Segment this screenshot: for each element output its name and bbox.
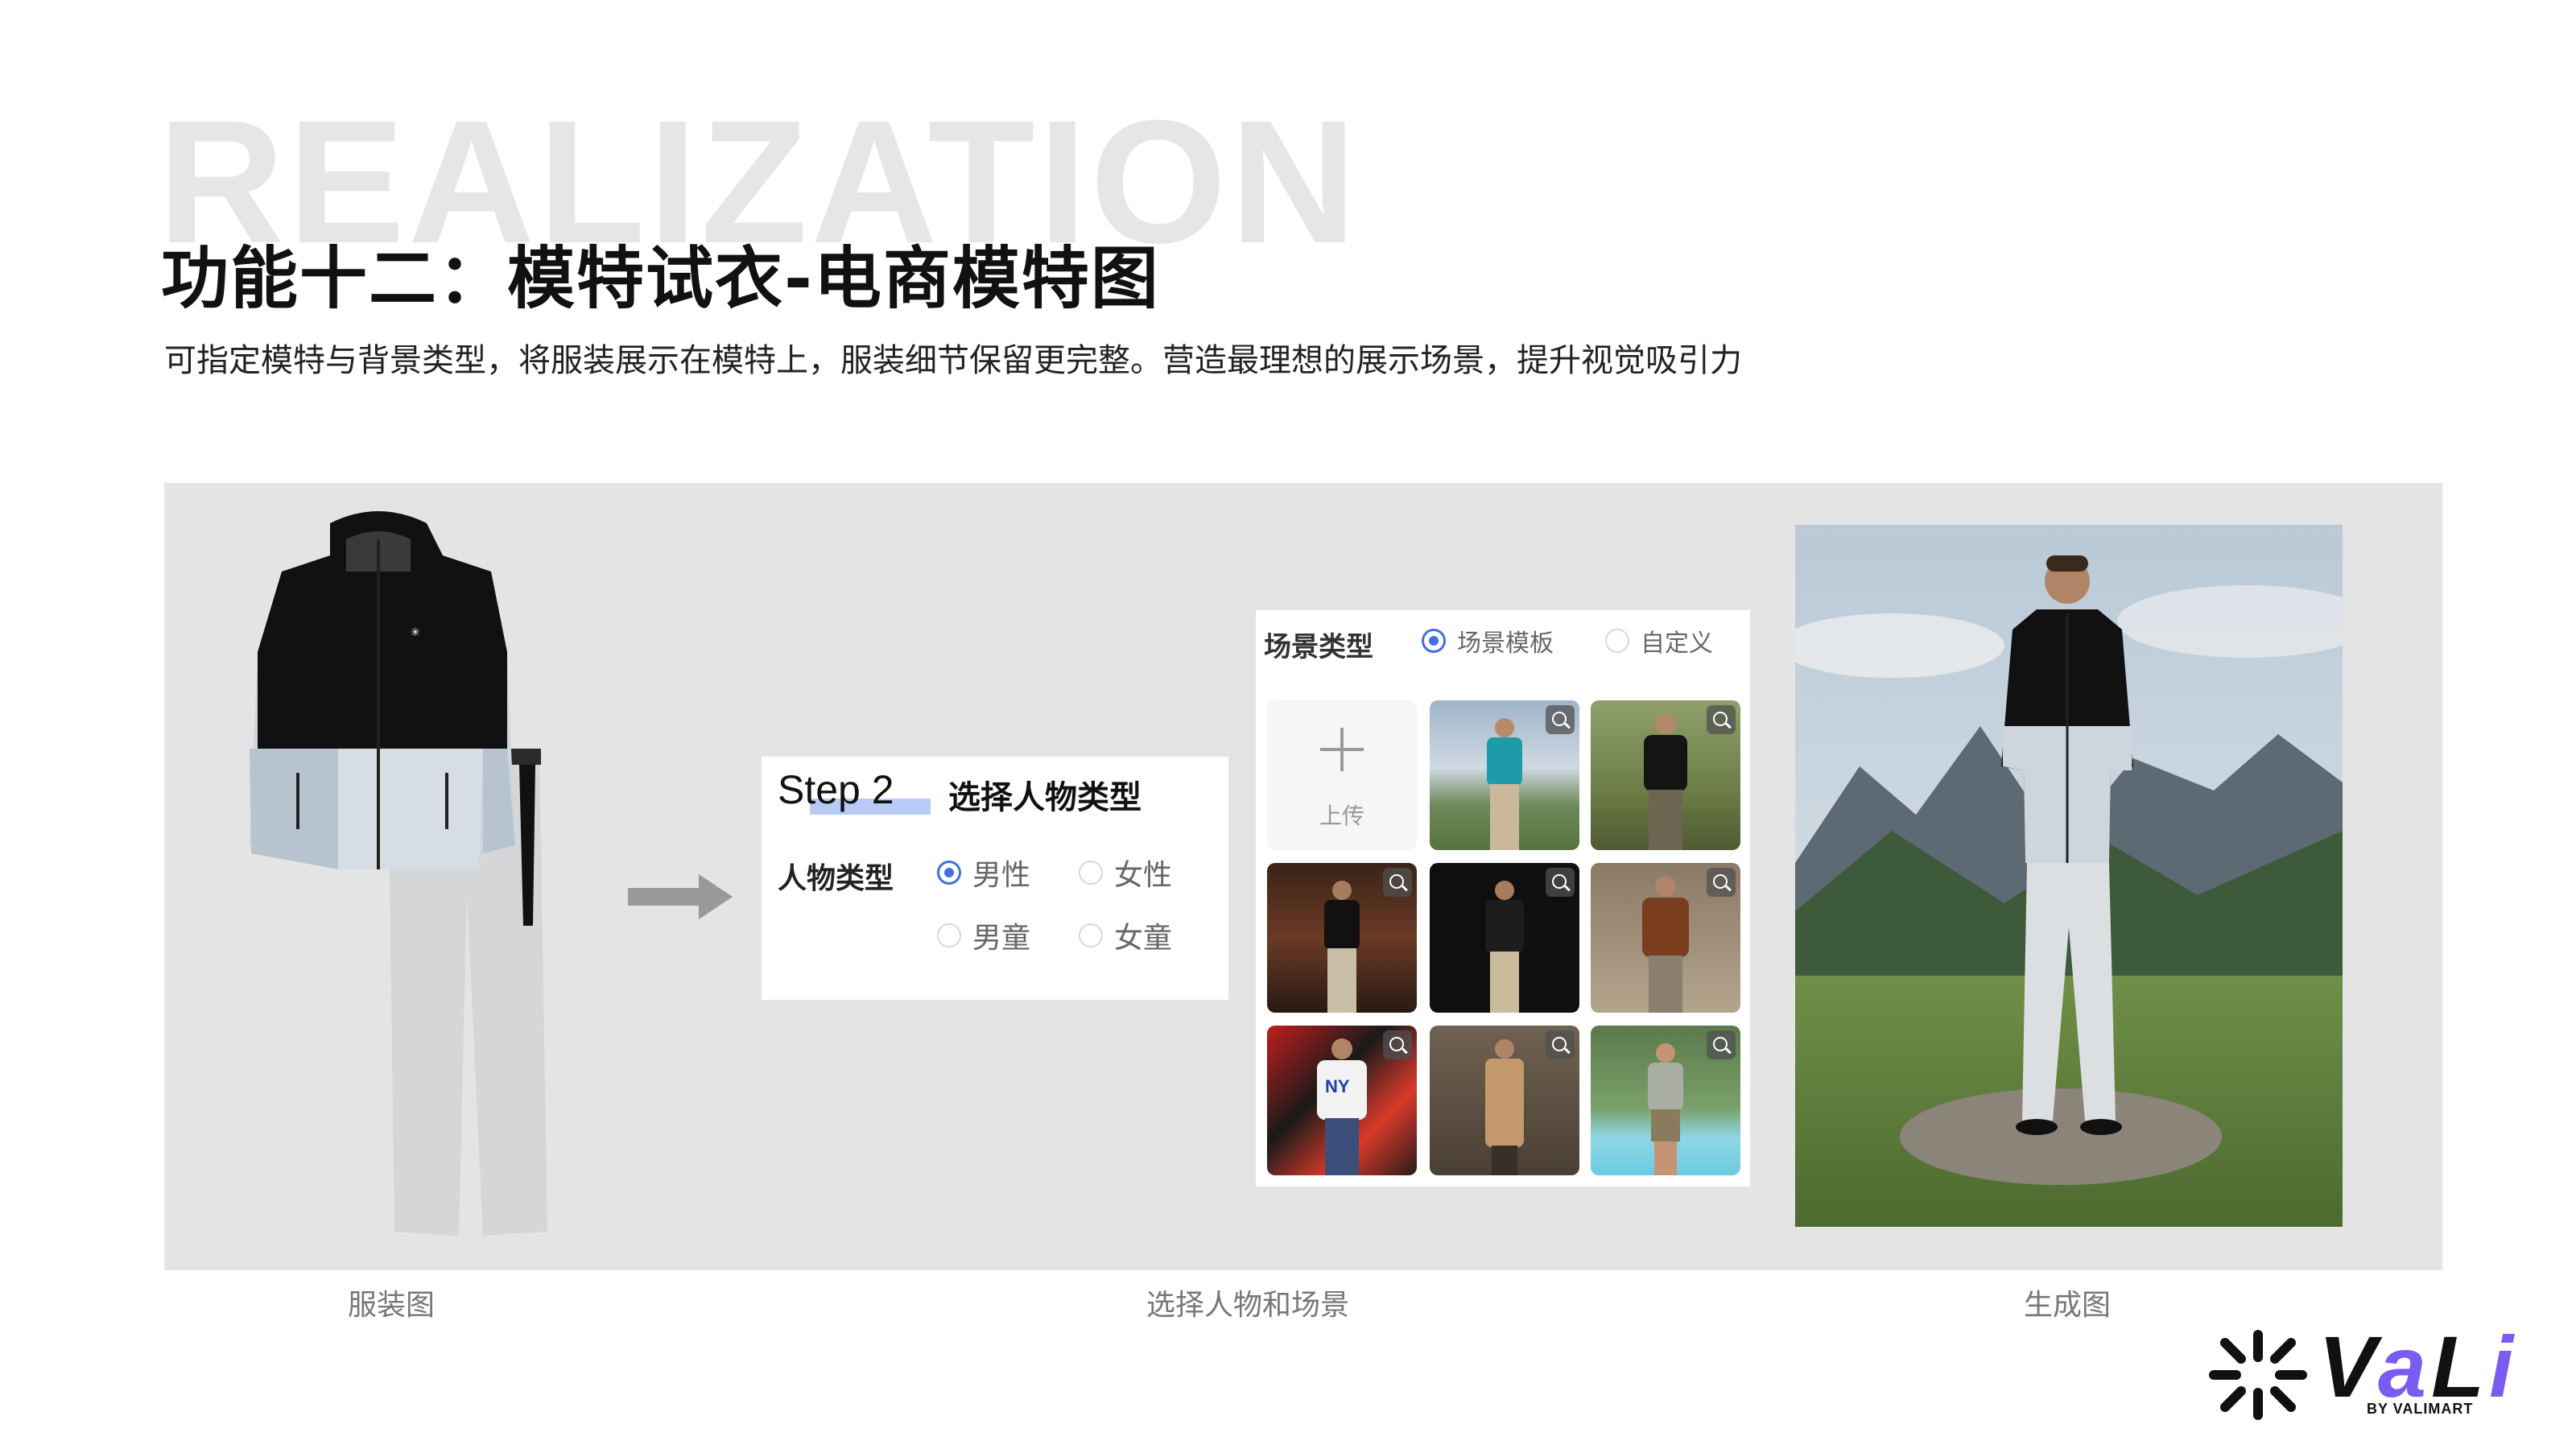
radio-male-label: 男性 [972,859,1031,892]
step-label: 选择人物类型 [948,779,1141,816]
zoom-icon[interactable] [1546,868,1575,897]
upload-button[interactable]: 上传 [1267,700,1417,850]
radio-dot-icon [937,923,961,947]
radio-female[interactable]: 女性 [1079,852,1172,894]
logo-wordmark: VaLi [2318,1323,2518,1410]
scene-thumbnail[interactable] [1267,863,1417,1013]
spark-logo-icon [2209,1330,2307,1420]
zoom-icon[interactable] [1707,705,1736,734]
logo-subtext: BY VALIMART [2367,1401,2474,1417]
radio-dot-icon [937,861,961,885]
generated-image [1795,525,2343,1227]
page-subtitle: 可指定模特与背景类型，将服装展示在模特上，服装细节保留更完整。营造最理想的展示场… [164,342,1742,379]
person-type-label: 人物类型 [778,862,894,895]
step-number: Step 2 [778,766,931,815]
radio-dot-icon [1605,629,1629,653]
zoom-icon[interactable] [1383,1030,1412,1059]
zoom-icon[interactable] [1546,705,1575,734]
radio-scene-custom-label: 自定义 [1641,630,1713,658]
plus-icon [1320,728,1364,771]
scene-card: 场景类型 场景模板 自定义 上传 NY [1256,610,1750,1187]
radio-boy-label: 男童 [972,922,1031,955]
vali-logo: VaLi BY VALIMART [2206,1323,2544,1423]
zoom-icon[interactable] [1383,868,1412,897]
step-number-text: Step 2 [778,767,894,812]
radio-girl[interactable]: 女童 [1079,914,1172,956]
scene-thumbnail[interactable] [1430,1026,1579,1175]
caption-select: 选择人物和场景 [1146,1289,1350,1322]
radio-dot-icon [1079,923,1103,947]
radio-scene-template-label: 场景模板 [1457,630,1554,658]
zoom-icon[interactable] [1707,1030,1736,1059]
scene-thumbnail[interactable]: NY [1267,1026,1417,1175]
radio-male[interactable]: 男性 [937,852,1030,894]
radio-girl-label: 女童 [1114,922,1173,955]
garment-image: ✳ [250,511,547,1236]
flow-arrow-icon [628,874,733,919]
radio-dot-icon [1422,629,1446,653]
radio-dot-icon [1079,861,1103,885]
upload-label: 上传 [1319,803,1364,829]
scene-thumbnail[interactable] [1430,700,1579,850]
caption-garment: 服装图 [348,1289,436,1322]
caption-generated: 生成图 [2024,1289,2112,1322]
zoom-icon[interactable] [1707,868,1736,897]
scene-type-label: 场景类型 [1264,631,1373,663]
scene-thumbnail[interactable] [1591,1026,1740,1175]
svg-text:✳: ✳ [411,626,420,639]
scene-thumbnail[interactable] [1591,700,1740,850]
step-card: Step 2 选择人物类型 人物类型 男性 女性 男童 女童 [762,757,1228,1000]
scene-thumbnail[interactable] [1591,863,1740,1013]
zoom-icon[interactable] [1546,1030,1575,1059]
radio-female-label: 女性 [1114,859,1173,892]
radio-scene-template[interactable]: 场景模板 [1422,623,1554,658]
radio-scene-custom[interactable]: 自定义 [1605,623,1713,658]
svg-text:NY: NY [1325,1076,1350,1096]
scene-thumbnail[interactable] [1430,863,1579,1013]
radio-boy[interactable]: 男童 [937,914,1030,956]
page-title: 功能十二：模特试衣-电商模特图 [161,239,1160,318]
